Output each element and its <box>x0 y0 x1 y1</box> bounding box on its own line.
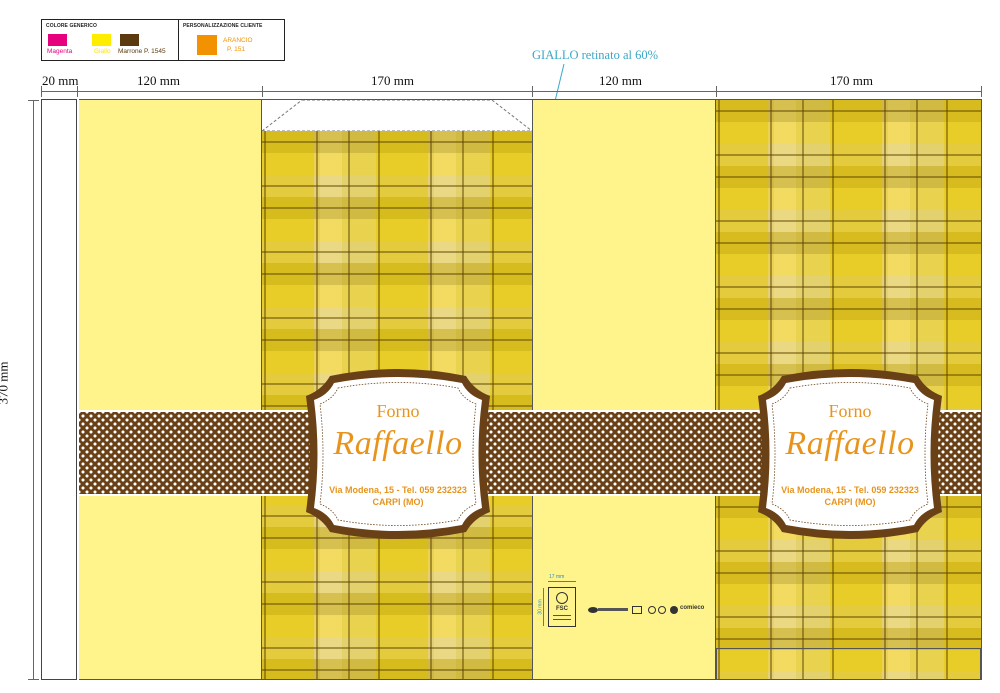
dim-tick <box>262 86 263 97</box>
giallo-swatch <box>92 34 111 46</box>
back-label-forno: Forno <box>828 401 872 421</box>
back-label-raffaello: Raffaello <box>785 425 915 462</box>
legend-divider <box>178 20 179 60</box>
dim-120mm-right: 120 mm <box>599 73 642 88</box>
glue-flap <box>41 99 77 680</box>
comieco-text: comieco <box>680 605 705 611</box>
dim-tick <box>981 86 982 97</box>
dim-20mm: 20 mm <box>42 73 79 88</box>
top-edge <box>79 99 981 100</box>
dim-tick <box>28 100 39 101</box>
fsc-text: FSC <box>556 606 568 612</box>
dim-tick <box>532 86 533 97</box>
fold-line <box>532 99 533 680</box>
front-label-raffaello: Raffaello <box>333 425 463 462</box>
giallo-label: Giallo <box>94 48 111 55</box>
back-label-address: Via Modena, 15 - Tel. 059 232323 <box>781 485 919 495</box>
back-label-city: CARPI (MO) <box>824 497 876 507</box>
back-bottom-box <box>716 648 981 680</box>
dim-tick <box>716 86 717 97</box>
packaging-icon <box>632 606 642 614</box>
cert-width-line <box>548 581 576 582</box>
fold-line <box>261 99 262 680</box>
bottom-edge <box>79 679 981 680</box>
dim-370mm: 370 mm <box>0 361 11 405</box>
magenta-label: Magenta <box>47 48 73 55</box>
dim-170mm-front: 170 mm <box>371 73 414 88</box>
fold-line <box>715 99 716 680</box>
legend-custom-title: PERSONALIZZAZIONE CLIENTE <box>183 23 263 29</box>
dim-170mm-back: 170 mm <box>830 73 873 88</box>
color-legend: COLORE GENERICO PERSONALIZZAZIONE CLIENT… <box>41 19 285 61</box>
fold-line <box>981 99 982 680</box>
pap-icon <box>658 606 666 614</box>
front-label-city: CARPI (MO) <box>372 497 424 507</box>
legend-generic-title: COLORE GENERICO <box>46 23 97 29</box>
cert-width-dim: 17 mm <box>549 574 565 580</box>
marrone-label: Marrone P. 1545 <box>118 48 166 55</box>
magenta-swatch <box>48 34 67 46</box>
height-dimension-line <box>33 100 34 680</box>
dimension-line <box>41 91 981 92</box>
recycle-number-icon <box>648 606 656 614</box>
fsc-box: FSC <box>548 587 576 627</box>
comieco-icon <box>670 606 678 614</box>
tree-icon <box>556 592 568 604</box>
left-gusset-panel <box>79 100 261 680</box>
fold-lines <box>262 99 532 132</box>
recycle-icon <box>588 607 598 613</box>
cert-height-dim: 30 mm <box>537 599 544 615</box>
dim-120mm-left: 120 mm <box>137 73 180 88</box>
front-label-forno: Forno <box>376 401 420 421</box>
industry-mark <box>598 608 628 611</box>
arancio-swatch <box>197 35 217 55</box>
front-label-address: Via Modena, 15 - Tel. 059 232323 <box>329 485 467 495</box>
marrone-swatch <box>120 34 139 46</box>
arancio-label: ARANCIO <box>223 37 253 44</box>
arancio-code: P. 151 <box>227 46 245 53</box>
dim-tick <box>28 679 39 680</box>
